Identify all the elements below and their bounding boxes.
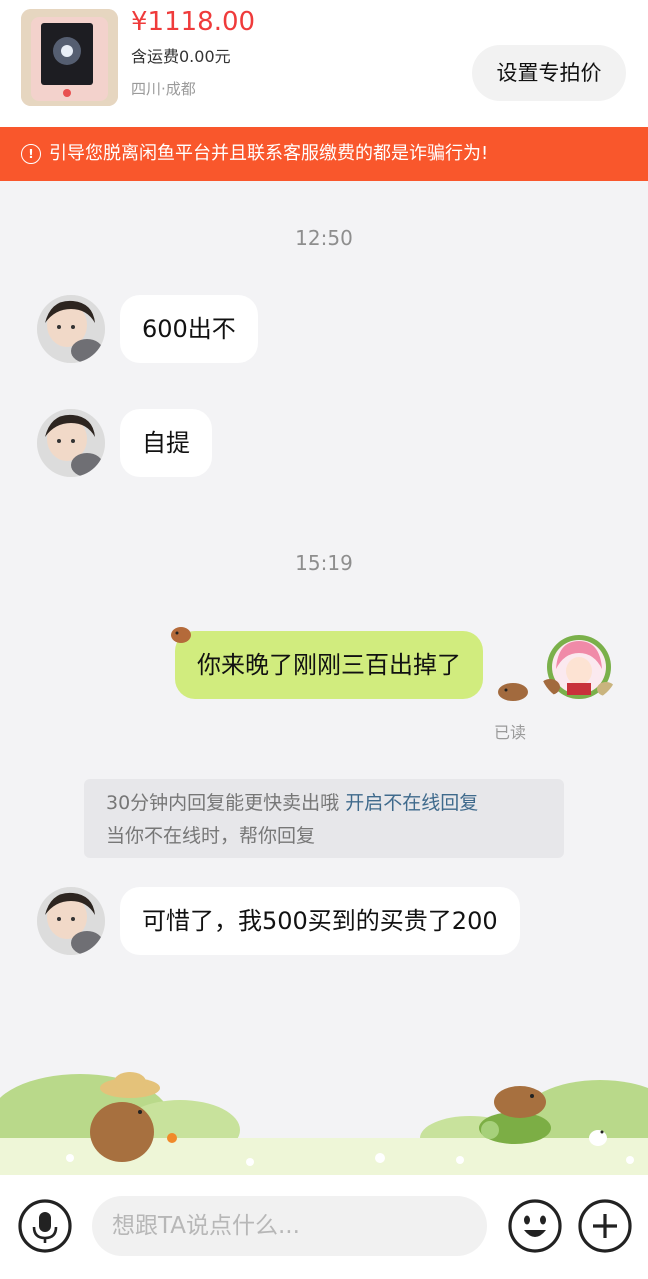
enable-offline-reply-link[interactable]: 开启不在线回复 — [345, 792, 478, 814]
buyer-avatar[interactable] — [37, 295, 105, 363]
product-thumbnail[interactable] — [21, 9, 118, 106]
message-input[interactable] — [92, 1196, 487, 1256]
read-status: 已读 — [494, 723, 527, 742]
fraud-warning-banner: ! 引导您脱离闲鱼平台并且联系客服缴费的都是诈骗行为! — [0, 127, 648, 181]
message-bubble-received[interactable]: 可惜了，我500买到的买贵了200 — [120, 887, 520, 955]
plus-icon[interactable] — [575, 1196, 635, 1256]
auto-reply-tip-card: 30分钟内回复能更快卖出哦 开启不在线回复 当你不在线时，帮你回复 — [84, 779, 564, 858]
buyer-avatar[interactable] — [37, 887, 105, 955]
warning-icon: ! — [21, 144, 41, 164]
chat-background-scenery — [0, 1060, 648, 1175]
bubble-decoration-icon — [171, 627, 191, 643]
shipping-fee: 含运费0.00元 — [131, 47, 231, 66]
product-header[interactable]: ¥1118.00 含运费0.00元 四川·成都 设置专拍价 — [0, 0, 648, 127]
message-bubble-received[interactable]: 自提 — [120, 409, 212, 477]
capybara-decoration-icon — [498, 683, 528, 701]
timestamp: 12:50 — [295, 226, 353, 250]
buyer-avatar[interactable] — [37, 409, 105, 477]
timestamp: 15:19 — [295, 551, 353, 575]
set-special-price-button[interactable]: 设置专拍价 — [472, 45, 626, 101]
message-bubble-sent[interactable]: 你来晚了刚刚三百出掉了 — [175, 631, 483, 699]
tip-line-1: 30分钟内回复能更快卖出哦 开启不在线回复 — [106, 788, 478, 819]
seller-location: 四川·成都 — [131, 80, 196, 98]
tip-text: 30分钟内回复能更快卖出哦 — [106, 792, 346, 814]
my-avatar[interactable] — [540, 631, 618, 703]
tip-line-2: 当你不在线时，帮你回复 — [106, 825, 316, 847]
emoji-icon[interactable] — [505, 1196, 565, 1256]
message-input-bar — [0, 1175, 648, 1279]
warning-text: 引导您脱离闲鱼平台并且联系客服缴费的都是诈骗行为! — [49, 143, 489, 164]
microphone-icon[interactable] — [15, 1196, 75, 1256]
message-bubble-received[interactable]: 600出不 — [120, 295, 258, 363]
product-price: ¥1118.00 — [131, 7, 256, 37]
